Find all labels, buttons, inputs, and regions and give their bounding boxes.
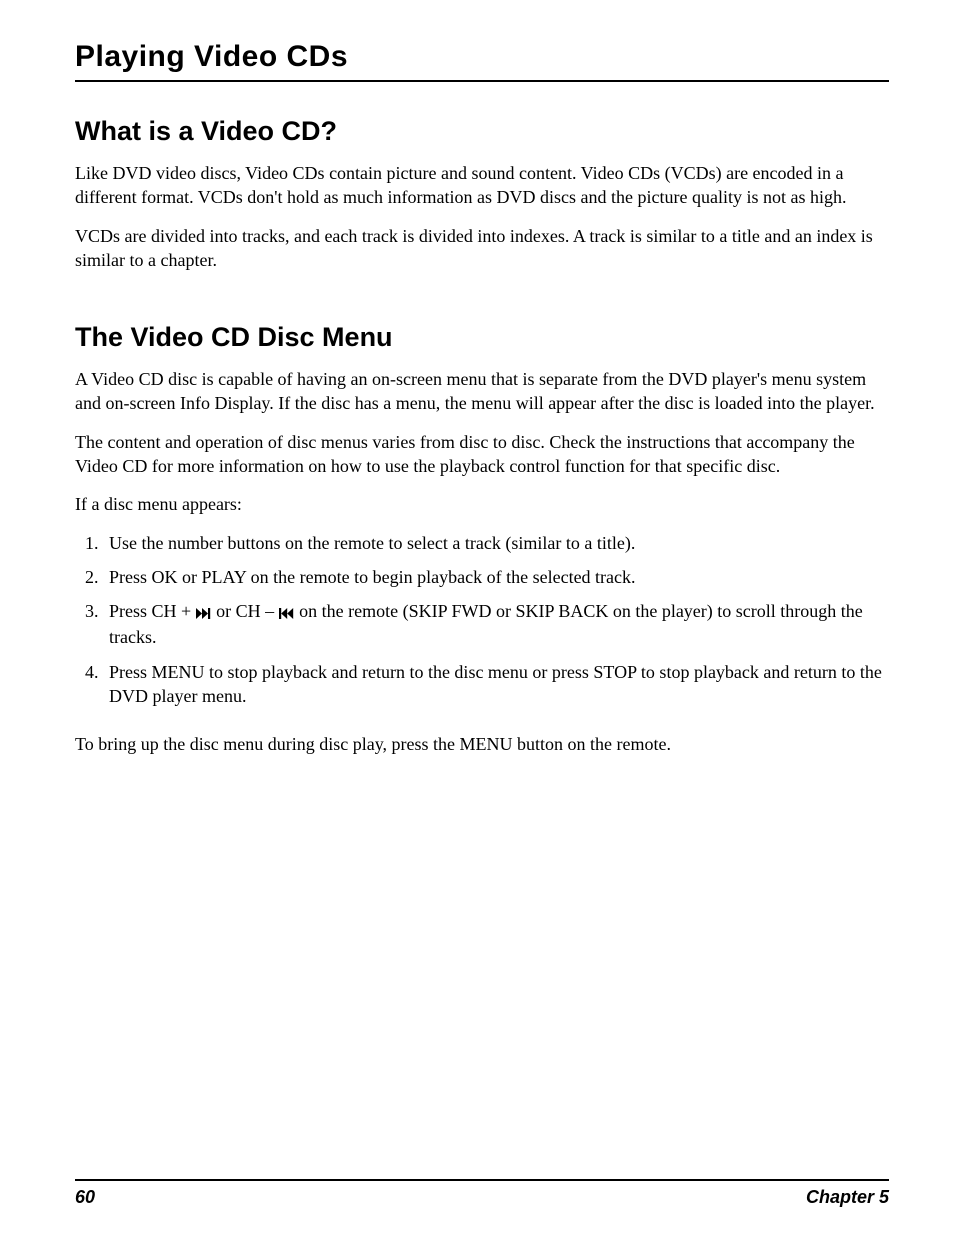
document-page: Playing Video CDs What is a Video CD? Li… — [0, 0, 954, 1238]
body-paragraph: If a disc menu appears: — [75, 492, 889, 516]
body-paragraph: The content and operation of disc menus … — [75, 430, 889, 479]
page-number: 60 — [75, 1187, 95, 1208]
chapter-title: Playing Video CDs — [75, 40, 889, 74]
body-paragraph: Like DVD video discs, Video CDs contain … — [75, 161, 889, 210]
list-item: Press CH + or CH – on the remote (SKIP F… — [103, 599, 889, 649]
bottom-rule — [75, 1179, 889, 1181]
list-item-text: or CH – — [212, 601, 279, 621]
list-item-text: Press CH + — [109, 601, 196, 621]
body-paragraph: A Video CD disc is capable of having an … — [75, 367, 889, 416]
body-paragraph: To bring up the disc menu during disc pl… — [75, 732, 889, 756]
list-item: Use the number buttons on the remote to … — [103, 531, 889, 555]
list-item: Press OK or PLAY on the remote to begin … — [103, 565, 889, 589]
body-paragraph: VCDs are divided into tracks, and each t… — [75, 224, 889, 273]
list-item: Press MENU to stop playback and return t… — [103, 660, 889, 709]
skip-forward-icon — [196, 601, 212, 625]
chapter-label: Chapter 5 — [806, 1187, 889, 1208]
section-heading-disc-menu: The Video CD Disc Menu — [75, 322, 889, 353]
section-heading-what-is: What is a Video CD? — [75, 116, 889, 147]
instruction-list: Use the number buttons on the remote to … — [75, 531, 889, 719]
top-rule — [75, 80, 889, 82]
page-footer: 60 Chapter 5 — [75, 1179, 889, 1208]
skip-back-icon — [279, 601, 295, 625]
